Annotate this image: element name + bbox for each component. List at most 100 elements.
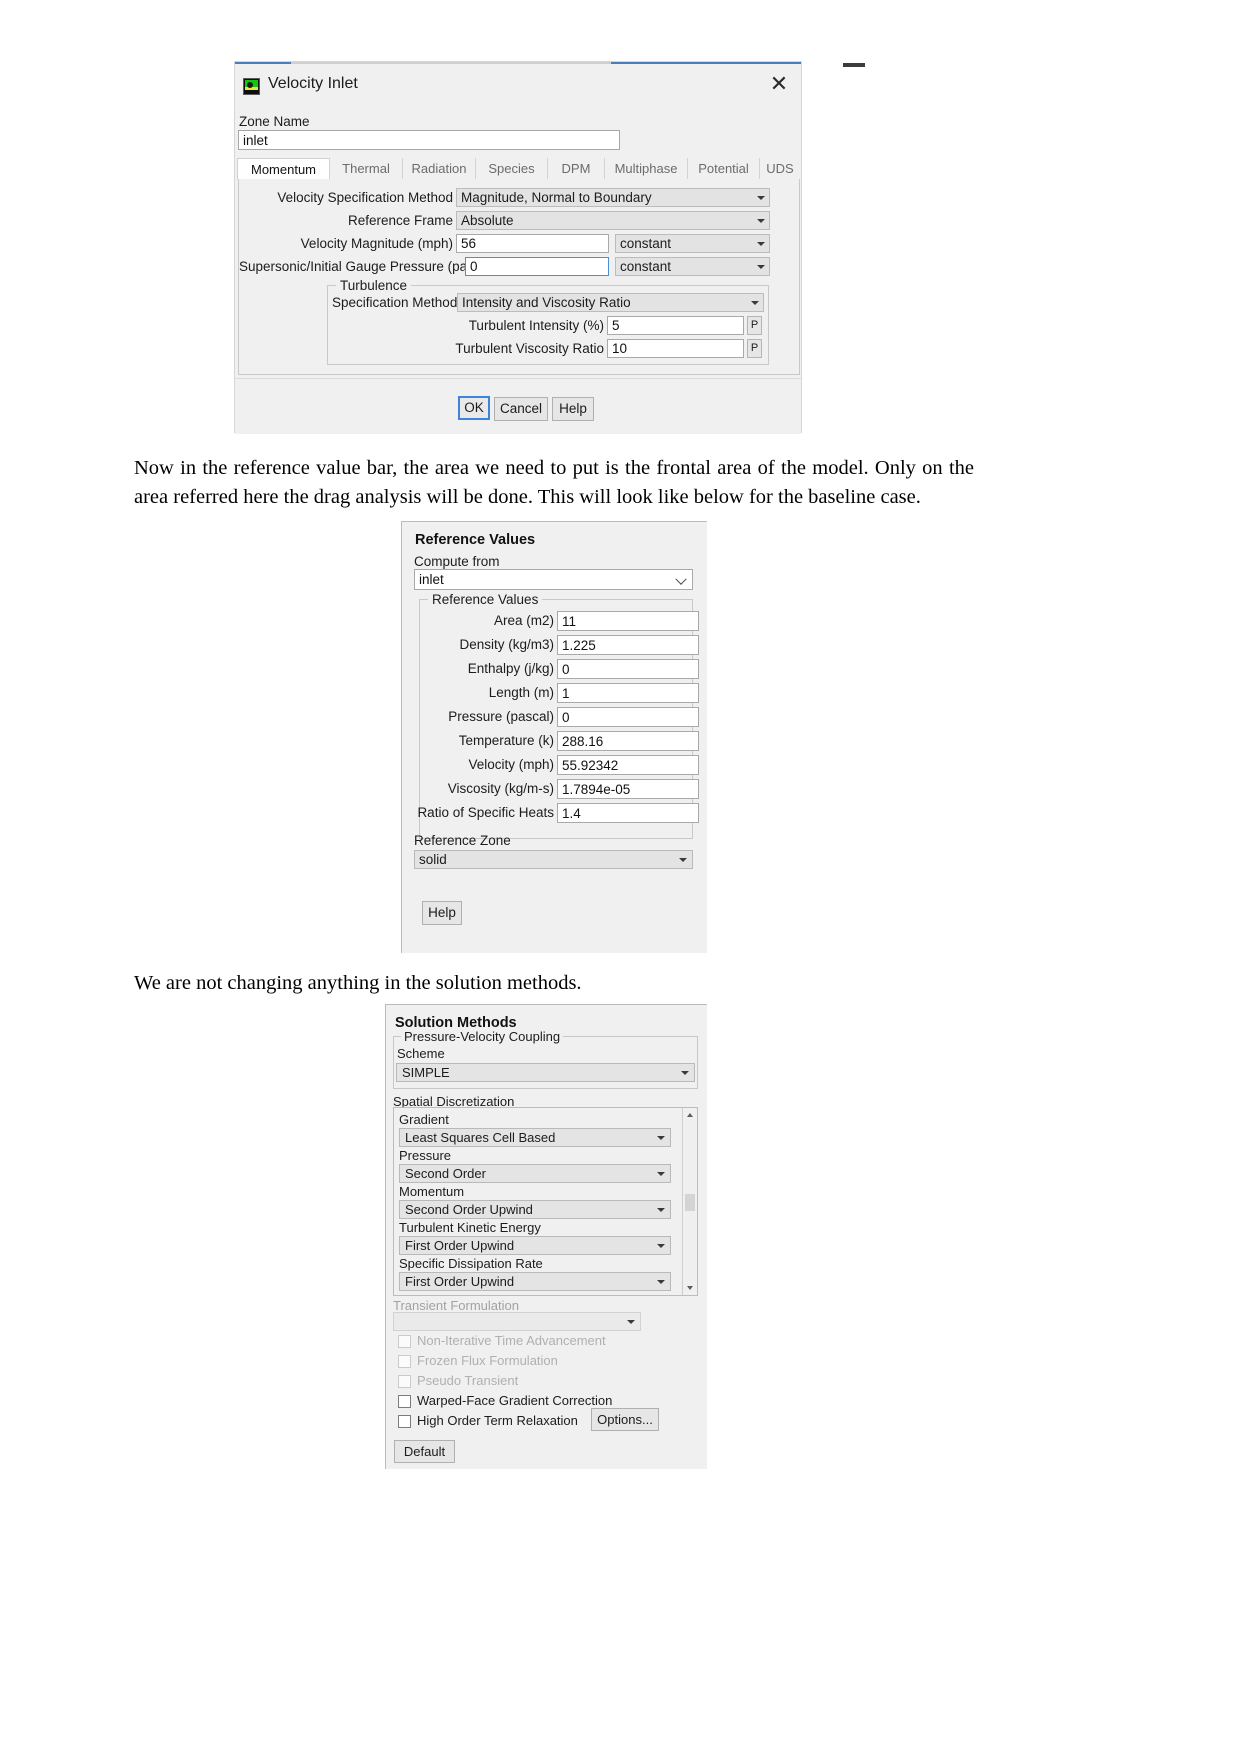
chevron-down-icon xyxy=(657,1244,665,1248)
reference-frame-combo[interactable]: Absolute xyxy=(456,211,770,230)
specific-dissipation-rate-value: First Order Upwind xyxy=(405,1274,515,1289)
dialog-button-bar: OK Cancel Help xyxy=(235,378,801,434)
reference-frame-value: Absolute xyxy=(461,213,514,228)
turbulence-group-label: Turbulence xyxy=(336,278,412,293)
velocity-inlet-dialog: Velocity Inlet ✕ Zone Name Momentum Ther… xyxy=(234,61,865,434)
spatial-discretization-listbox[interactable]: Gradient Least Squares Cell Based Pressu… xyxy=(393,1107,698,1296)
compute-from-label: Compute from xyxy=(414,554,500,569)
paragraph-reference-values: Now in the reference value bar, the area… xyxy=(134,457,974,508)
rv-input-pressure[interactable] xyxy=(557,707,699,727)
gauge-pressure-input[interactable] xyxy=(465,257,609,276)
scheme-combo[interactable]: SIMPLE xyxy=(396,1063,695,1082)
spatial-discretization-scrollbar[interactable] xyxy=(682,1108,697,1295)
checkbox-non-iterative-time-advancement[interactable] xyxy=(398,1335,411,1348)
scroll-down-icon[interactable] xyxy=(683,1281,697,1295)
window-chrome-strip xyxy=(235,62,865,70)
chevron-down-icon xyxy=(627,1320,635,1324)
momentum-tab-strip: Momentum Thermal Radiation Species DPM M… xyxy=(237,158,800,180)
fluent-app-icon xyxy=(243,78,260,95)
rv-label-velocity: Velocity (mph) xyxy=(468,757,554,772)
checkbox-frozen-flux-formulation[interactable] xyxy=(398,1355,411,1368)
chevron-down-icon xyxy=(657,1280,665,1284)
specific-dissipation-rate-combo[interactable]: First Order Upwind xyxy=(399,1272,671,1291)
momentum-combo[interactable]: Second Order Upwind xyxy=(399,1200,671,1219)
transient-formulation-combo xyxy=(393,1312,641,1331)
rv-input-temperature[interactable] xyxy=(557,731,699,751)
turbulence-group: Turbulence Specification Method Intensit… xyxy=(327,278,769,365)
turbulent-intensity-profile-button[interactable]: P xyxy=(747,316,762,335)
scheme-value: SIMPLE xyxy=(402,1065,450,1080)
rv-label-enthalpy: Enthalpy (j/kg) xyxy=(467,661,554,676)
turbulent-intensity-input[interactable] xyxy=(607,316,744,335)
pressure-combo[interactable]: Second Order xyxy=(399,1164,671,1183)
reference-values-group-label: Reference Values xyxy=(428,592,543,607)
turbulent-viscosity-ratio-profile-button[interactable]: P xyxy=(747,339,762,358)
options-button[interactable]: Options... xyxy=(591,1408,659,1431)
momentum-label: Momentum xyxy=(399,1184,465,1199)
turbulent-viscosity-ratio-label: Turbulent Viscosity Ratio xyxy=(455,341,604,356)
checkbox-label-warped-face-gradient-correction: Warped-Face Gradient Correction xyxy=(417,1393,613,1408)
turbulent-kinetic-energy-combo[interactable]: First Order Upwind xyxy=(399,1236,671,1255)
velocity-spec-method-label: Velocity Specification Method xyxy=(277,190,453,205)
rv-input-area[interactable] xyxy=(557,611,699,631)
help-button[interactable]: Help xyxy=(552,397,594,421)
close-icon[interactable]: ✕ xyxy=(768,73,790,96)
chevron-down-icon xyxy=(657,1172,665,1176)
reference-values-panel: Reference Values Compute from inlet Refe… xyxy=(401,521,707,953)
rv-input-ratio-specific-heats[interactable] xyxy=(557,803,699,823)
compute-from-combo[interactable]: inlet xyxy=(414,569,693,590)
rv-input-density[interactable] xyxy=(557,635,699,655)
tab-potential[interactable]: Potential xyxy=(688,158,760,180)
scroll-up-icon[interactable] xyxy=(683,1108,697,1122)
panel-left-rule xyxy=(401,521,402,953)
tab-momentum[interactable]: Momentum xyxy=(237,158,330,180)
chevron-down-icon xyxy=(757,242,765,246)
turbulent-kinetic-energy-label: Turbulent Kinetic Energy xyxy=(399,1220,541,1235)
checkbox-warped-face-gradient-correction[interactable] xyxy=(398,1395,411,1408)
rv-input-velocity[interactable] xyxy=(557,755,699,775)
checkbox-label-high-order-term-relaxation: High Order Term Relaxation xyxy=(417,1413,578,1428)
chevron-down-icon xyxy=(681,1071,689,1075)
chevron-down-icon xyxy=(657,1136,665,1140)
zone-name-label: Zone Name xyxy=(239,114,310,129)
velocity-magnitude-input[interactable] xyxy=(456,234,609,253)
zone-name-input[interactable] xyxy=(238,130,620,150)
transient-formulation-label: Transient Formulation xyxy=(393,1298,519,1313)
velocity-spec-method-value: Magnitude, Normal to Boundary xyxy=(461,190,652,205)
pressure-label: Pressure xyxy=(399,1148,452,1163)
scrollbar-thumb[interactable] xyxy=(685,1194,695,1211)
ok-button[interactable]: OK xyxy=(458,396,490,420)
dialog-title: Velocity Inlet xyxy=(268,75,358,92)
gauge-pressure-profile-combo[interactable]: constant xyxy=(615,257,770,276)
tab-thermal[interactable]: Thermal xyxy=(330,158,403,180)
rv-label-length: Length (m) xyxy=(488,685,554,700)
tab-species[interactable]: Species xyxy=(476,158,548,180)
tab-radiation[interactable]: Radiation xyxy=(403,158,476,180)
checkbox-high-order-term-relaxation[interactable] xyxy=(398,1415,411,1428)
reference-values-help-button[interactable]: Help xyxy=(422,901,462,925)
rv-label-pressure: Pressure (pascal) xyxy=(448,709,554,724)
turbulence-spec-method-combo[interactable]: Intensity and Viscosity Ratio xyxy=(457,293,764,312)
pressure-velocity-coupling-label: Pressure-Velocity Coupling xyxy=(401,1029,564,1044)
tab-dpm[interactable]: DPM xyxy=(548,158,605,180)
chevron-down-icon xyxy=(757,265,765,269)
tab-uds[interactable]: UDS xyxy=(760,158,800,180)
rv-input-enthalpy[interactable] xyxy=(557,659,699,679)
velocity-magnitude-profile-combo[interactable]: constant xyxy=(615,234,770,253)
momentum-value: Second Order Upwind xyxy=(405,1202,533,1217)
velocity-spec-method-combo[interactable]: Magnitude, Normal to Boundary xyxy=(456,188,770,207)
checkbox-label-non-iterative-time-advancement: Non-Iterative Time Advancement xyxy=(417,1333,606,1348)
tab-multiphase[interactable]: Multiphase xyxy=(605,158,688,180)
default-button[interactable]: Default xyxy=(394,1440,455,1463)
checkbox-pseudo-transient[interactable] xyxy=(398,1375,411,1388)
cancel-button[interactable]: Cancel xyxy=(494,397,548,421)
paragraph-solution-methods: We are not changing anything in the solu… xyxy=(134,972,582,994)
reference-zone-combo[interactable]: solid xyxy=(414,850,693,869)
rv-input-viscosity[interactable] xyxy=(557,779,699,799)
specific-dissipation-rate-label: Specific Dissipation Rate xyxy=(399,1256,543,1271)
gradient-combo[interactable]: Least Squares Cell Based xyxy=(399,1128,671,1147)
reference-values-heading: Reference Values xyxy=(415,532,536,548)
rv-input-length[interactable] xyxy=(557,683,699,703)
turbulent-viscosity-ratio-input[interactable] xyxy=(607,339,744,358)
gauge-pressure-label: Supersonic/Initial Gauge Pressure (pasca… xyxy=(239,259,496,274)
